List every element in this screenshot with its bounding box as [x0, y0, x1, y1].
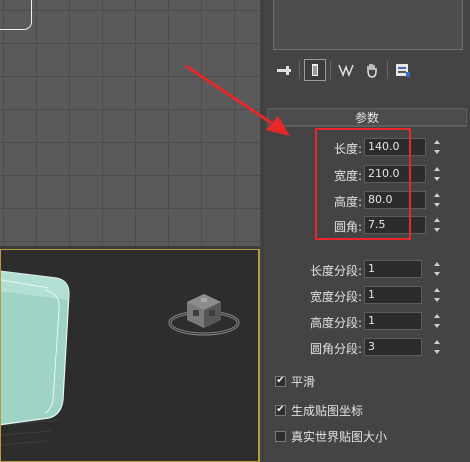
param-row-length-segs: 长度分段: 1	[263, 259, 470, 281]
width-label: 宽度:	[333, 169, 362, 183]
param-row-fillet: 圆角: 7.5	[263, 215, 470, 237]
param-row-fillet-segs: 圆角分段: 3	[263, 337, 470, 359]
param-row-width-segs: 宽度分段: 1	[263, 285, 470, 307]
gen-mapping-label: 生成贴图坐标	[291, 403, 364, 418]
real-world-map-label: 真实世界贴图大小	[291, 429, 388, 444]
width-segs-label: 宽度分段:	[309, 290, 362, 304]
rollout-title: 参数	[354, 110, 379, 125]
param-row-height-segs: 高度分段: 1	[263, 311, 470, 333]
width-field[interactable]: 210.0	[364, 165, 426, 183]
param-row-width: 宽度: 210.0	[263, 164, 470, 186]
height-segs-label: 高度分段:	[309, 316, 362, 330]
gen-mapping-option[interactable]: ✔ 生成贴图坐标	[275, 402, 363, 418]
height-field[interactable]: 80.0	[364, 191, 426, 209]
pin-stack-icon[interactable]	[273, 59, 295, 81]
gen-mapping-checkbox[interactable]: ✔	[275, 404, 286, 416]
length-segs-field[interactable]: 1	[364, 260, 422, 278]
modifier-stack-list[interactable]	[273, 0, 463, 50]
configure-modifier-sets-icon[interactable]	[392, 59, 414, 81]
width-spinner[interactable]	[431, 165, 442, 183]
width-segs-spinner[interactable]	[431, 286, 442, 304]
perspective-scene	[1, 270, 240, 446]
remove-modifier-icon[interactable]	[361, 59, 383, 81]
smooth-label: 平滑	[291, 374, 316, 389]
toolbar-separator	[387, 61, 388, 79]
show-end-result-icon[interactable]	[304, 59, 326, 81]
make-unique-icon[interactable]	[335, 59, 357, 81]
toolbar-separator	[330, 61, 331, 79]
top-viewport[interactable]	[0, 0, 260, 246]
height-label: 高度:	[333, 195, 362, 209]
rollout-divider	[267, 126, 467, 127]
length-label: 长度:	[333, 142, 362, 156]
real-world-map-checkbox[interactable]	[275, 430, 286, 442]
height-segs-spinner[interactable]	[431, 312, 442, 330]
width-segs-field[interactable]: 1	[364, 286, 422, 304]
viewport-grid	[0, 0, 260, 246]
parameters-rollout-header[interactable]: 参数	[267, 108, 467, 126]
fillet-segs-field[interactable]: 3	[364, 338, 422, 356]
height-segs-field[interactable]: 1	[364, 312, 422, 330]
length-field[interactable]: 140.0	[364, 138, 426, 156]
fillet-segs-label: 圆角分段:	[309, 342, 362, 356]
smooth-option[interactable]: ✔ 平滑	[275, 373, 315, 389]
modifier-stack-toolbar	[273, 58, 463, 82]
chamfer-box-object	[1, 270, 70, 426]
param-row-length: 长度: 140.0	[263, 137, 470, 159]
box-wireframe	[0, 0, 32, 30]
viewcube-icon	[168, 294, 240, 336]
real-world-map-option[interactable]: 真实世界贴图大小	[275, 428, 387, 444]
fillet-field[interactable]: 7.5	[364, 216, 426, 234]
fillet-segs-spinner[interactable]	[431, 338, 442, 356]
length-spinner[interactable]	[431, 138, 442, 156]
smooth-checkbox[interactable]: ✔	[275, 375, 286, 387]
perspective-viewport[interactable]	[0, 249, 260, 462]
param-row-height: 高度: 80.0	[263, 190, 470, 212]
length-segs-label: 长度分段:	[309, 264, 362, 278]
command-panel: 参数 长度: 140.0 宽度: 210.0 高度: 80.0 圆角: 7.5 …	[262, 0, 470, 462]
toolbar-separator	[299, 61, 300, 79]
height-spinner[interactable]	[431, 191, 442, 209]
length-segs-spinner[interactable]	[431, 260, 442, 278]
fillet-label: 圆角:	[333, 220, 362, 234]
fillet-spinner[interactable]	[431, 216, 442, 234]
